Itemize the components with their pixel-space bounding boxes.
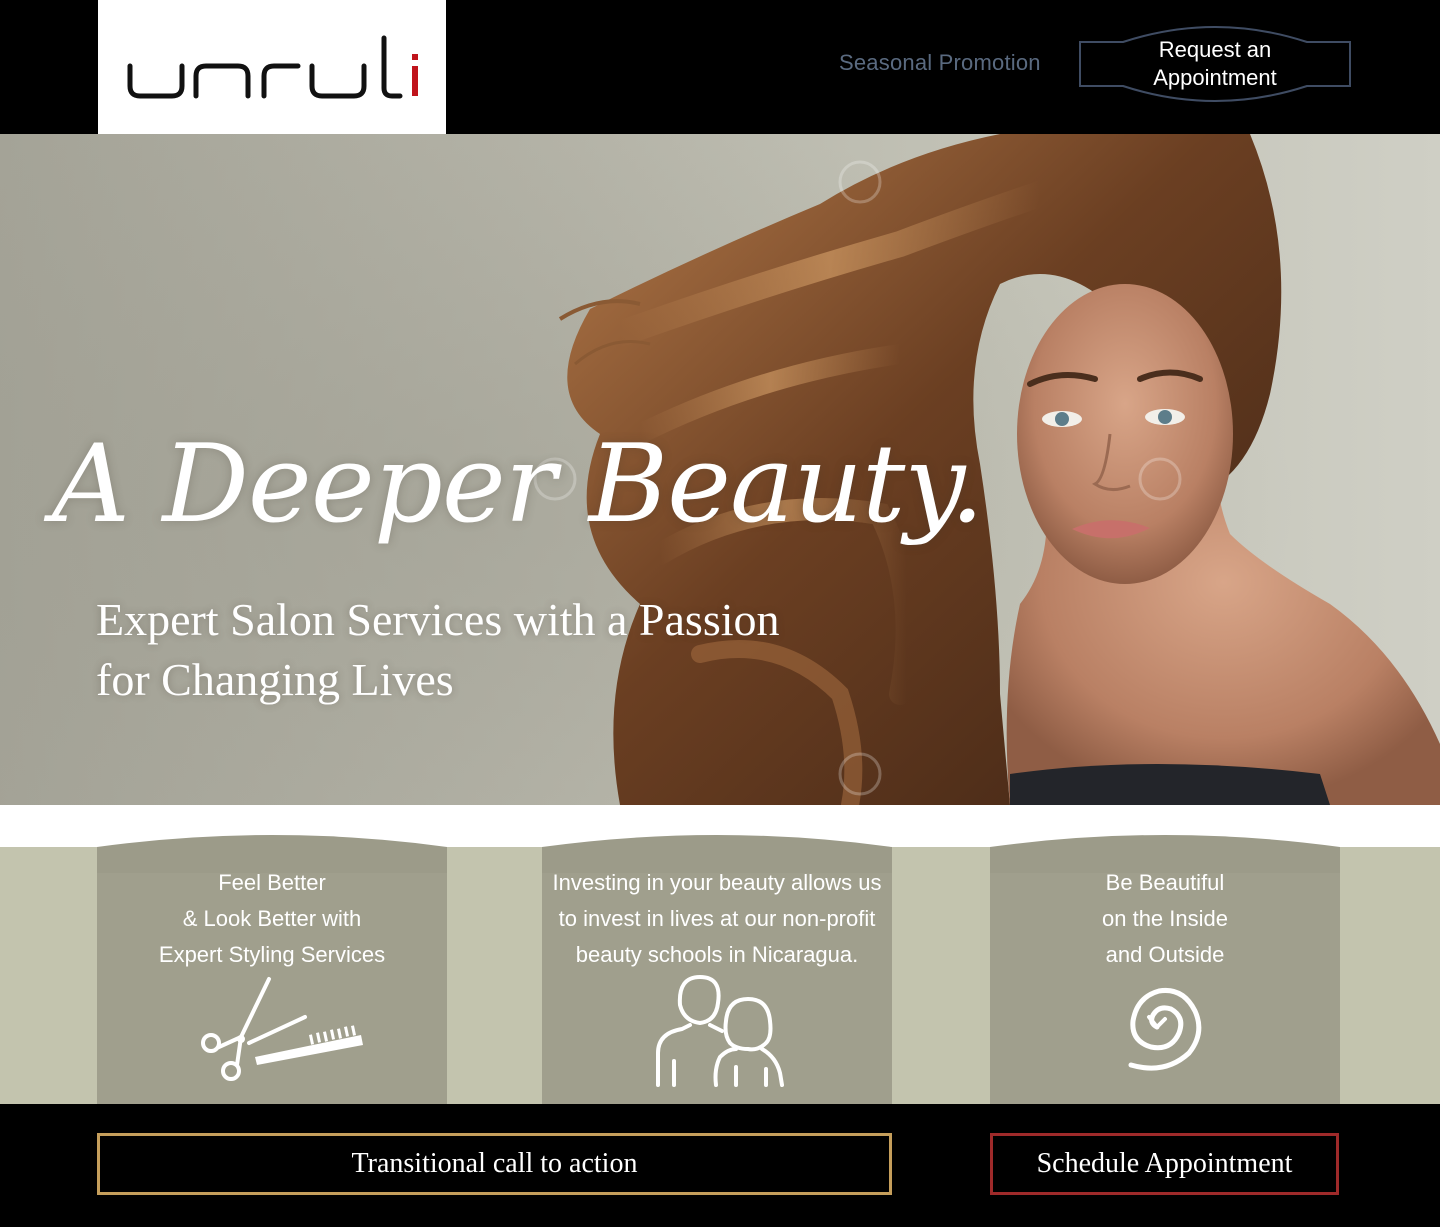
transitional-cta-button[interactable]: Transitional call to action xyxy=(97,1133,892,1195)
hero-subhead: Expert Salon Services with a Passion for… xyxy=(96,590,916,710)
feature-text: Feel Better & Look Better with Expert St… xyxy=(158,870,386,967)
feature-text: Investing in your beauty allows us to in… xyxy=(552,870,882,967)
feature-text: Be Beautiful on the Inside and Outside xyxy=(1102,870,1228,967)
feature-card-nonprofit: Investing in your beauty allows us to in… xyxy=(542,833,892,1104)
logo[interactable] xyxy=(98,0,446,134)
request-button-label: Request an Appointment xyxy=(1079,36,1351,92)
request-label-line1: Request an xyxy=(1158,37,1272,62)
spiral-icon xyxy=(1128,987,1202,1071)
unruli-logo-mark xyxy=(127,35,418,99)
request-appointment-button[interactable]: Request an Appointment xyxy=(1079,26,1351,102)
hero-tagline: A Deeper Beauty. xyxy=(52,422,984,547)
schedule-appointment-button[interactable]: Schedule Appointment xyxy=(990,1133,1339,1195)
feature-card-inside-outside: Be Beautiful on the Inside and Outside xyxy=(990,833,1340,1104)
hero-subhead-line1: Expert Salon Services with a Passion xyxy=(96,594,780,645)
seasonal-promotion-link[interactable]: Seasonal Promotion xyxy=(839,50,1041,76)
scissors-comb-icon xyxy=(201,977,363,1081)
site-header: Seasonal Promotion Request an Appointmen… xyxy=(0,0,1440,134)
people-icon xyxy=(656,975,784,1087)
feature-card-styling: Feel Better & Look Better with Expert St… xyxy=(97,833,447,1104)
hero-banner: A Deeper Beauty. Expert Salon Services w… xyxy=(0,134,1440,805)
request-label-line2: Appointment xyxy=(1153,65,1277,90)
hero-subhead-line2: for Changing Lives xyxy=(96,654,454,705)
